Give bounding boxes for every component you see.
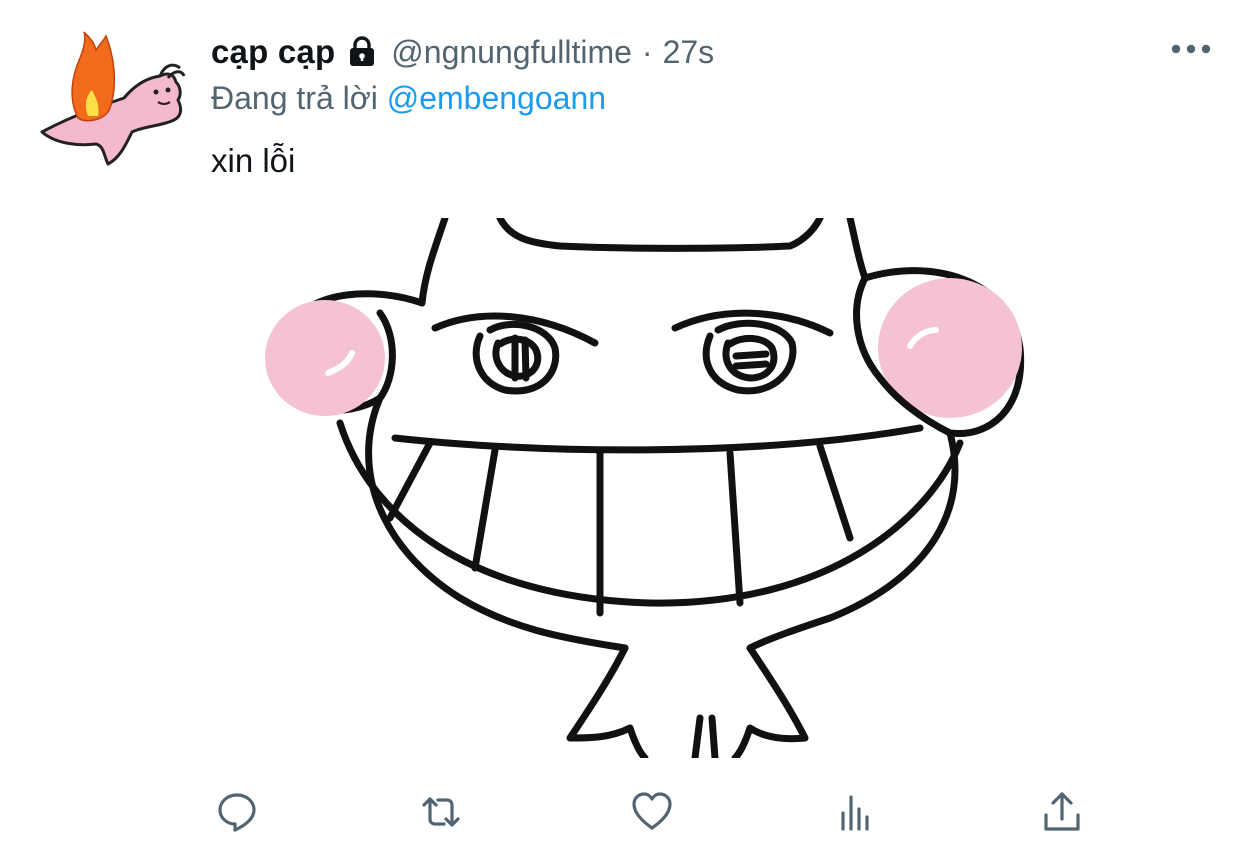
tweet-action-bar bbox=[0, 786, 1242, 838]
reply-prefix: Đang trả lời bbox=[211, 80, 378, 116]
user-handle[interactable]: @ngnungfulltime bbox=[391, 34, 632, 71]
grinning-doodle-image bbox=[265, 218, 1025, 758]
share-icon bbox=[1044, 792, 1080, 831]
tweet-header: cạp cạp @ngnungfulltime · 27s bbox=[211, 30, 714, 74]
separator-dot: · bbox=[641, 33, 653, 70]
timestamp[interactable]: 27s bbox=[663, 34, 715, 71]
lock-icon bbox=[345, 35, 379, 69]
more-options-button[interactable] bbox=[1168, 34, 1214, 64]
like-button[interactable] bbox=[626, 786, 678, 838]
reply-button[interactable] bbox=[211, 786, 263, 838]
heart-icon bbox=[632, 792, 672, 830]
analytics-button[interactable] bbox=[830, 786, 882, 838]
reply-icon bbox=[218, 793, 256, 832]
display-name[interactable]: cạp cạp bbox=[211, 33, 335, 71]
retweet-icon bbox=[422, 797, 460, 827]
replying-to: Đang trả lời @embengoann bbox=[211, 80, 606, 117]
share-button[interactable] bbox=[1036, 786, 1088, 838]
tweet-media-image[interactable] bbox=[230, 218, 1060, 758]
analytics-icon bbox=[841, 795, 869, 831]
avatar-bunny-image bbox=[40, 31, 186, 166]
profile-avatar[interactable] bbox=[34, 28, 190, 178]
retweet-button[interactable] bbox=[415, 786, 467, 838]
reply-to-handle[interactable]: @embengoann bbox=[387, 80, 606, 116]
more-dots-icon bbox=[1171, 44, 1211, 54]
tweet-text: xin lỗi bbox=[211, 142, 296, 179]
